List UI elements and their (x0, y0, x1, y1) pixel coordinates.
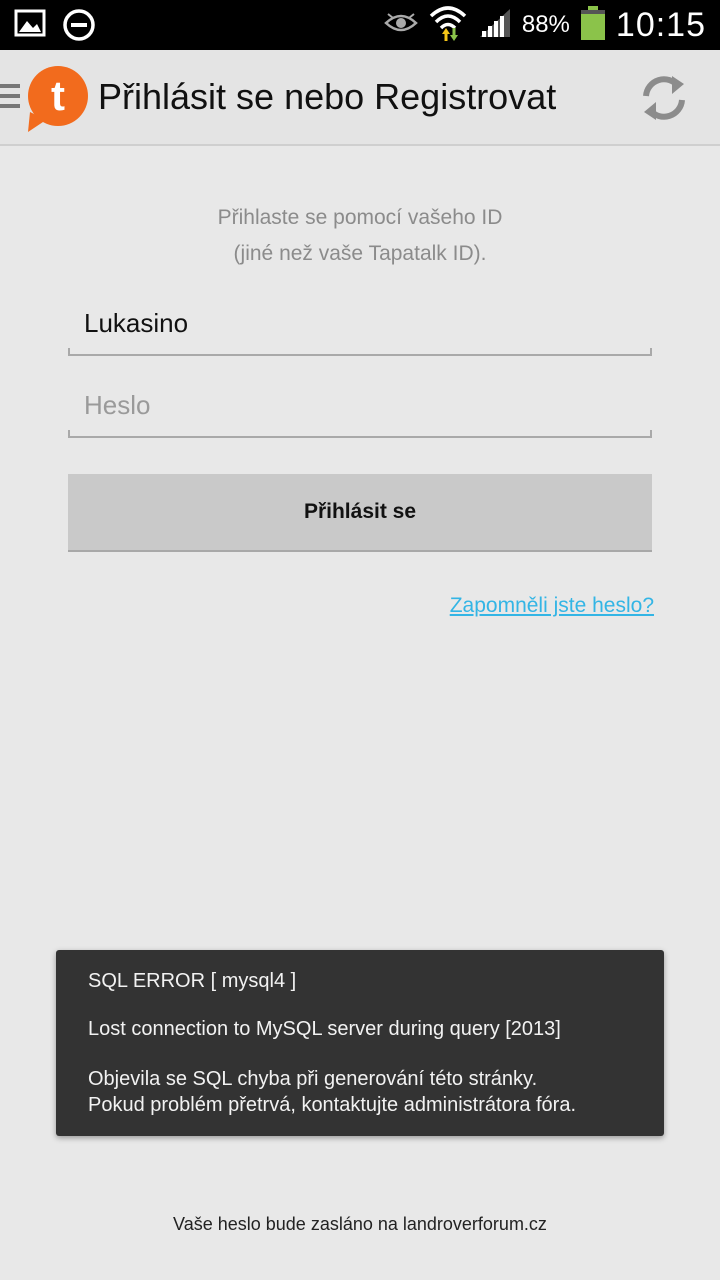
login-intro: Přihlaste se pomocí vašeho ID (jiné než … (0, 200, 720, 272)
intro-line-1: Přihlaste se pomocí vašeho ID (217, 206, 503, 229)
login-button[interactable]: Přihlásit se (68, 474, 652, 552)
username-value: Lukasino (84, 308, 189, 338)
password-placeholder: Heslo (84, 390, 151, 420)
password-underline (68, 436, 652, 438)
battery-icon (580, 5, 606, 46)
wifi-icon (428, 4, 468, 47)
forgot-password-link[interactable]: Zapomněli jste heslo? (450, 594, 654, 618)
clock: 10:15 (615, 5, 706, 44)
toast-message: Lost connection to MySQL server during q… (88, 1018, 561, 1040)
logo-letter: t (51, 72, 65, 119)
eye-icon (384, 11, 418, 40)
signal-icon (478, 7, 512, 44)
status-bar: 88% 10:15 (0, 0, 720, 50)
error-toast: SQL ERROR [ mysql4 ] Lost connection to … (56, 950, 664, 1136)
toast-detail-line-2: Pokud problém přetrvá, kontaktujte admin… (88, 1094, 577, 1116)
footer-note: Vaše heslo bude zasláno na landroverforu… (173, 1214, 547, 1234)
page-title: Přihlásit se nebo Registrovat (98, 76, 557, 117)
username-underline (68, 354, 652, 356)
username-field[interactable]: Lukasino (68, 306, 652, 356)
password-field[interactable]: Heslo (68, 388, 652, 438)
tapatalk-logo[interactable]: t (24, 64, 90, 134)
drawer-menu-icon[interactable] (0, 84, 22, 110)
do-not-disturb-icon (62, 8, 96, 47)
toast-detail-line-1: Objevila se SQL chyba při generování tét… (88, 1068, 538, 1090)
action-bar: t Přihlásit se nebo Registrovat (0, 50, 720, 146)
battery-percent: 88% (521, 11, 570, 38)
intro-line-2: (jiné než vaše Tapatalk ID). (233, 242, 487, 265)
toast-title: SQL ERROR [ mysql4 ] (88, 970, 297, 992)
picture-icon (14, 8, 46, 47)
refresh-icon[interactable] (636, 70, 692, 126)
